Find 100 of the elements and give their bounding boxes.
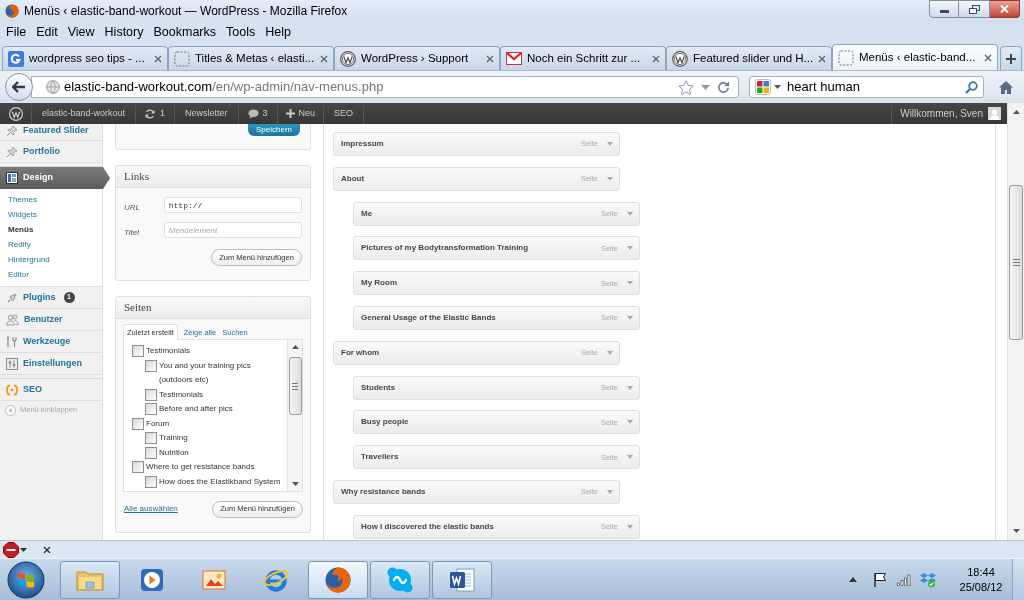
- plug-icon: [6, 291, 18, 304]
- submenu-item[interactable]: Widgets: [8, 208, 37, 221]
- submenu-item[interactable]: Hintergrund: [8, 253, 50, 266]
- caret-icon[interactable]: [627, 316, 633, 320]
- tile-icon: [8, 50, 24, 67]
- title-field[interactable]: Menüelement: [163, 222, 302, 238]
- menu-bar-item[interactable]: Tools: [221, 23, 261, 42]
- caret-icon[interactable]: [627, 246, 633, 251]
- sidebar-item[interactable]: Benutzer: [0, 309, 102, 331]
- caret-icon[interactable]: [627, 211, 633, 216]
- menu-bar-item[interactable]: Bookmarks: [148, 23, 221, 42]
- submenu-item[interactable]: Editor: [8, 268, 29, 281]
- new-tab-button[interactable]: [1000, 46, 1022, 70]
- taskbar-button[interactable]: [308, 560, 368, 599]
- browser-tab[interactable]: Featured slider und H...: [666, 46, 832, 70]
- submenu-item[interactable]: Redify: [8, 238, 31, 251]
- color-grid-icon[interactable]: [755, 79, 771, 95]
- tab-close-icon[interactable]: [486, 54, 494, 63]
- submenu-item[interactable]: Themes: [8, 193, 37, 206]
- menu-bar-item[interactable]: Help: [260, 23, 296, 42]
- sidebar-item[interactable]: Featured Slider: [0, 124, 102, 141]
- scroll-up-icon[interactable]: [291, 345, 299, 349]
- scrollbar-thumb[interactable]: [288, 357, 302, 415]
- dashed-page-icon: [174, 50, 190, 67]
- menu-item-title: For whom: [341, 346, 380, 359]
- checkbox[interactable]: [145, 475, 157, 488]
- tab-close-icon[interactable]: [154, 54, 162, 63]
- sidebar-item[interactable]: Einstellungen: [0, 353, 102, 375]
- search-field[interactable]: heart human: [749, 76, 984, 98]
- caret-icon[interactable]: [607, 350, 613, 355]
- caret-icon[interactable]: [627, 281, 633, 286]
- flag-icon[interactable]: [873, 572, 887, 587]
- checkbox[interactable]: [132, 417, 144, 430]
- checkbox[interactable]: [145, 432, 157, 444]
- caret-icon[interactable]: [607, 489, 613, 494]
- browser-tab[interactable]: WordPress › Support: [334, 46, 500, 70]
- menu-bar-item[interactable]: History: [99, 23, 149, 42]
- browser-tab[interactable]: Noch ein Schritt zur ...: [500, 46, 666, 70]
- caret-icon[interactable]: [607, 176, 613, 181]
- scrollbar[interactable]: [287, 340, 302, 491]
- checkbox[interactable]: [145, 388, 157, 401]
- checkbox[interactable]: [145, 403, 157, 415]
- caret-icon[interactable]: [627, 455, 633, 460]
- close-icon[interactable]: [43, 545, 51, 554]
- show-desktop-button[interactable]: [1012, 559, 1024, 600]
- browser-tab[interactable]: Titles & Metas ‹ elasti...: [168, 46, 334, 70]
- taskbar-button[interactable]: [432, 560, 492, 599]
- speech-bubble-icon: [247, 108, 259, 119]
- menu-bar-item[interactable]: File: [1, 23, 32, 42]
- menu-bar-item[interactable]: Edit: [31, 23, 63, 42]
- caret-icon[interactable]: [627, 385, 633, 390]
- page-label: Testimonials: [159, 388, 203, 401]
- dropdown-caret-icon[interactable]: [774, 85, 781, 89]
- close-icon: [1000, 5, 1009, 13]
- caret-icon[interactable]: [607, 142, 613, 146]
- search-icon[interactable]: [965, 80, 978, 94]
- picture-icon: [201, 567, 227, 592]
- tab-close-icon[interactable]: [984, 53, 992, 62]
- menu-bar-item[interactable]: View: [62, 23, 100, 42]
- sidebar-item[interactable]: SEO: [0, 379, 102, 401]
- chevron-up-icon[interactable]: [849, 577, 857, 582]
- sidebar-item[interactable]: Design: [0, 167, 110, 189]
- start-button[interactable]: [5, 559, 47, 600]
- search-input[interactable]: heart human: [787, 77, 965, 97]
- users-icon: [6, 313, 19, 326]
- scroll-down-icon[interactable]: [1012, 529, 1020, 533]
- checkbox[interactable]: [145, 359, 157, 372]
- page-label: How does the Elastikband System: [159, 475, 281, 488]
- page-label: Testimonials: [146, 345, 190, 357]
- url-field[interactable]: http://: [163, 197, 302, 213]
- browser-tab[interactable]: Menüs ‹ elastic-band...: [832, 44, 998, 70]
- restore-button[interactable]: [959, 0, 990, 18]
- minimize-button[interactable]: [929, 0, 959, 18]
- signal-icon[interactable]: [897, 573, 911, 586]
- scrollbar-thumb[interactable]: [1009, 185, 1023, 340]
- browser-tab[interactable]: wordpress seo tips - ...: [2, 46, 168, 70]
- tab-close-icon[interactable]: [320, 54, 328, 63]
- select-all-link[interactable]: Alle auswählen: [124, 503, 178, 515]
- caret-icon[interactable]: [627, 420, 633, 425]
- menu-item-title: Impressum: [341, 138, 384, 150]
- scroll-up-icon[interactable]: [1012, 110, 1020, 114]
- submenu-item[interactable]: Menüs: [8, 223, 34, 236]
- addon-button[interactable]: [3, 541, 27, 558]
- scroll-down-icon[interactable]: [291, 482, 299, 486]
- back-button[interactable]: [5, 73, 33, 101]
- scrollbar[interactable]: [1007, 103, 1024, 540]
- checkbox[interactable]: [132, 461, 144, 473]
- checkbox[interactable]: [145, 446, 157, 459]
- save-button[interactable]: Speichern: [247, 124, 300, 136]
- tab-close-icon[interactable]: [652, 54, 660, 63]
- reload-icon[interactable]: [717, 80, 730, 94]
- sidebar-item[interactable]: Werkzeuge: [0, 331, 102, 353]
- sidebar-item[interactable]: Portfolio: [0, 141, 102, 163]
- checkbox[interactable]: [132, 345, 144, 357]
- tab-close-icon[interactable]: [818, 54, 826, 63]
- box-check-icon[interactable]: [920, 571, 936, 588]
- caret-icon[interactable]: [627, 524, 633, 529]
- star-icon[interactable]: [678, 79, 694, 95]
- address-field[interactable]: elastic-band-workout.com/en/wp-admin/nav-menus.php: [31, 76, 739, 98]
- close-button[interactable]: [990, 0, 1020, 18]
